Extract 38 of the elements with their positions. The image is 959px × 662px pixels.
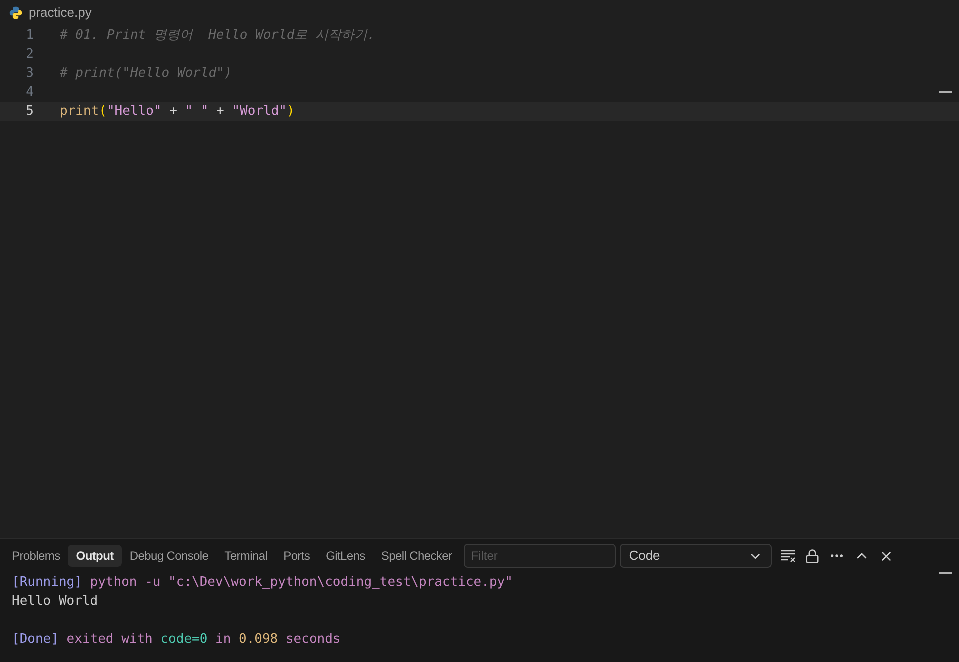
output-channel-dropdown[interactable]: Code	[620, 544, 772, 568]
code-token: # print("Hello World")	[60, 64, 232, 83]
output-text: code=0	[160, 631, 208, 649]
line-number: 3	[25, 64, 34, 83]
code-token: (	[99, 102, 107, 121]
panel-tab[interactable]: Debug Console	[122, 545, 217, 567]
scroll-indicator-icon	[939, 572, 952, 574]
line-number: 1	[25, 26, 34, 45]
output-text: in	[214, 631, 232, 649]
panel-tab[interactable]: Output	[68, 545, 122, 567]
output-text: python -u "c:\Dev\work_python\coding_test\practice.py"	[89, 574, 513, 592]
output-text: 0.098	[239, 631, 278, 649]
panel-tab[interactable]: GitLens	[318, 545, 374, 567]
panel-tab[interactable]: Spell Checker	[373, 545, 460, 567]
line-number: 5	[25, 102, 34, 121]
code-token: "World"	[232, 102, 288, 121]
output-text: [Running]	[12, 574, 82, 592]
line-number: 2	[25, 46, 34, 64]
clear-output-icon[interactable]	[780, 549, 796, 563]
output-text: Hello World	[12, 593, 98, 611]
code-token: "Hello"	[106, 102, 162, 121]
code-token: +	[168, 102, 178, 121]
filter-field[interactable]: Filter	[464, 544, 616, 568]
code-token: " "	[185, 102, 209, 121]
code-token: )	[287, 102, 295, 121]
code-token: # 01. Print 명령어 Hello World로 시작하기.	[60, 26, 376, 45]
output-text: seconds	[284, 631, 341, 649]
panel-tab[interactable]: Ports	[276, 545, 318, 567]
code-token: print	[60, 102, 100, 121]
output-text: [Done]	[12, 631, 59, 649]
line-number: 4	[25, 84, 34, 102]
file-breadcrumb[interactable]: practice.py	[29, 3, 92, 23]
panel-tab[interactable]: Problems	[4, 545, 68, 567]
lock-icon[interactable]	[805, 548, 820, 564]
python-logo-icon	[9, 6, 23, 20]
panel-tab[interactable]: Terminal	[216, 545, 276, 567]
code-token: +	[216, 102, 226, 121]
output-text: exited with	[66, 631, 154, 649]
